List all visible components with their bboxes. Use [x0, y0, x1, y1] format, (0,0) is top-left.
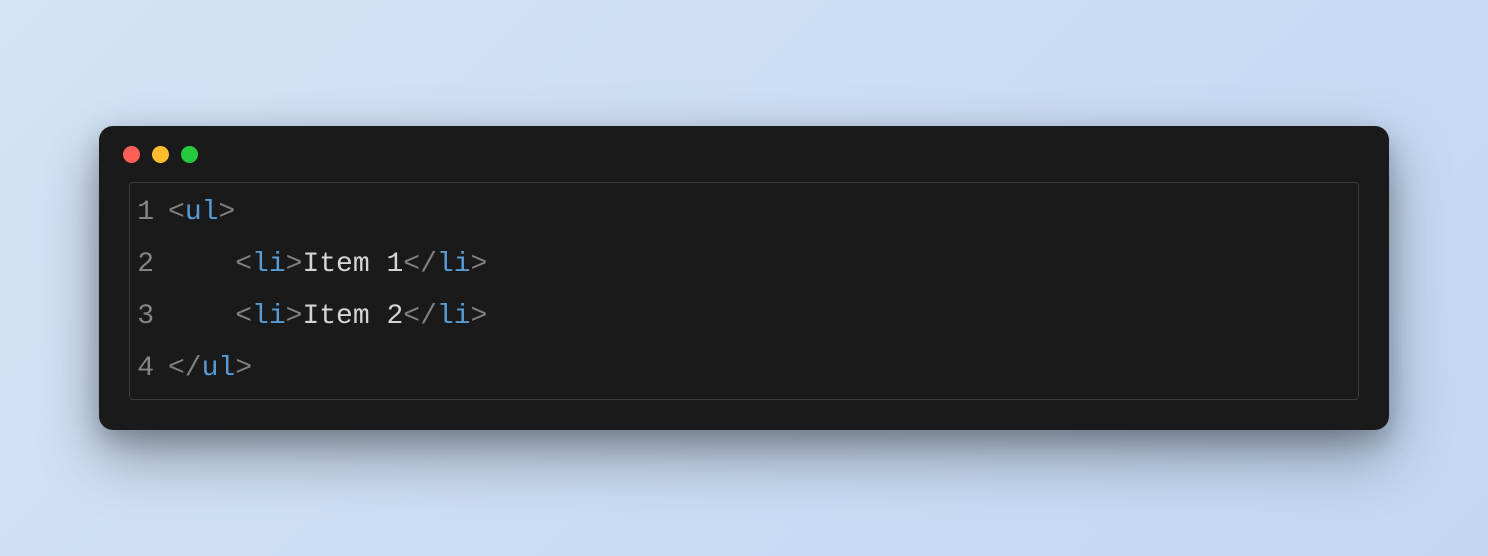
line-number: 1	[130, 187, 168, 239]
token-bracket: <	[235, 249, 252, 280]
token-tag: ul	[185, 197, 219, 228]
code-line: 3 <li>Item 2</li>	[130, 291, 1358, 343]
token-bracket: </	[403, 301, 437, 332]
titlebar	[99, 126, 1389, 182]
code-line: 4</ul>	[130, 343, 1358, 395]
token-bracket: <	[168, 197, 185, 228]
token-text: Item 1	[302, 249, 403, 280]
line-content: <li>Item 2</li>	[168, 291, 1358, 343]
token-bracket: <	[235, 301, 252, 332]
line-number: 2	[130, 239, 168, 291]
line-content: <li>Item 1</li>	[168, 239, 1358, 291]
token-bracket: >	[235, 353, 252, 384]
token-tag: li	[252, 301, 286, 332]
token-bracket: >	[286, 249, 303, 280]
close-icon[interactable]	[123, 146, 140, 163]
token-bracket: >	[471, 301, 488, 332]
token-text	[168, 301, 235, 332]
token-bracket: >	[471, 249, 488, 280]
line-number: 3	[130, 291, 168, 343]
code-window: 1<ul>2 <li>Item 1</li>3 <li>Item 2</li>4…	[99, 126, 1389, 429]
token-tag: li	[252, 249, 286, 280]
token-bracket: >	[286, 301, 303, 332]
minimize-icon[interactable]	[152, 146, 169, 163]
token-bracket: </	[403, 249, 437, 280]
token-tag: ul	[202, 353, 236, 384]
token-bracket: </	[168, 353, 202, 384]
maximize-icon[interactable]	[181, 146, 198, 163]
token-bracket: >	[218, 197, 235, 228]
code-editor[interactable]: 1<ul>2 <li>Item 1</li>3 <li>Item 2</li>4…	[129, 182, 1359, 399]
line-content: </ul>	[168, 343, 1358, 395]
token-tag: li	[437, 249, 471, 280]
line-number: 4	[130, 343, 168, 395]
token-text: Item 2	[302, 301, 403, 332]
line-content: <ul>	[168, 187, 1358, 239]
token-text	[168, 249, 235, 280]
code-line: 2 <li>Item 1</li>	[130, 239, 1358, 291]
token-tag: li	[437, 301, 471, 332]
code-line: 1<ul>	[130, 187, 1358, 239]
